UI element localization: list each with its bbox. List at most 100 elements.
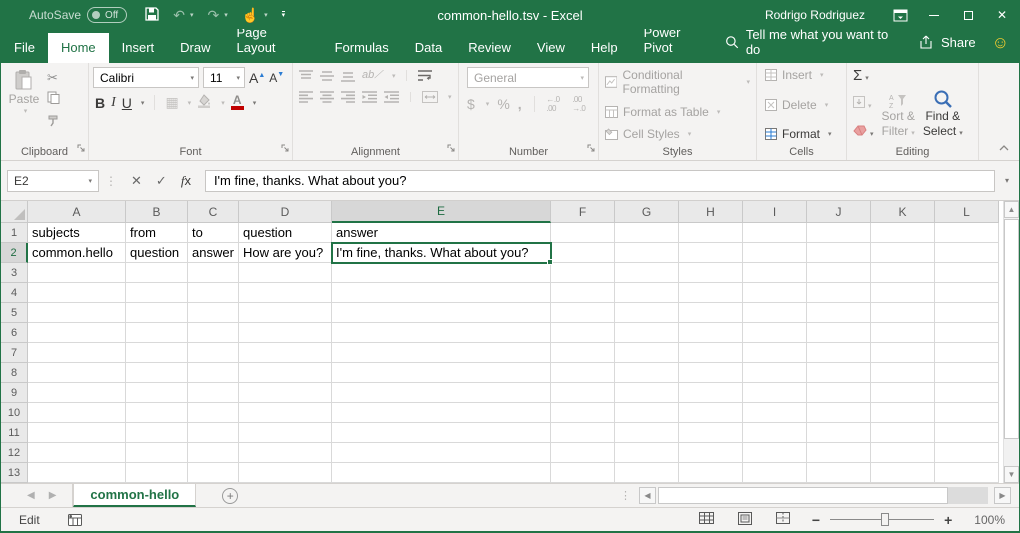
- cell-I13[interactable]: [743, 463, 807, 483]
- horizontal-scroll-thumb[interactable]: [658, 487, 948, 504]
- cell-G11[interactable]: [615, 423, 679, 443]
- cell-J9[interactable]: [807, 383, 871, 403]
- minimize-button[interactable]: [917, 1, 951, 29]
- cell-I3[interactable]: [743, 263, 807, 283]
- row-header-7[interactable]: 7: [1, 343, 28, 363]
- cell-H5[interactable]: [679, 303, 743, 323]
- cell-F9[interactable]: [551, 383, 615, 403]
- zoom-level[interactable]: 100%: [974, 513, 1005, 527]
- cell-K12[interactable]: [871, 443, 935, 463]
- column-header-I[interactable]: I: [743, 201, 807, 223]
- align-center-icon[interactable]: [320, 91, 334, 103]
- clipboard-dialog-launcher-icon[interactable]: [77, 139, 85, 157]
- page-break-preview-icon[interactable]: [776, 512, 790, 527]
- cell-F7[interactable]: [551, 343, 615, 363]
- cell-C5[interactable]: [188, 303, 239, 323]
- cell-A7[interactable]: [28, 343, 126, 363]
- row-header-9[interactable]: 9: [1, 383, 28, 403]
- cell-G12[interactable]: [615, 443, 679, 463]
- cell-K2[interactable]: [871, 243, 935, 263]
- font-color-dropdown-icon[interactable]: ▾: [253, 99, 257, 107]
- cell-J13[interactable]: [807, 463, 871, 483]
- cell-D9[interactable]: [239, 383, 332, 403]
- cell-C4[interactable]: [188, 283, 239, 303]
- cell-C1[interactable]: to: [188, 223, 239, 243]
- autosave-control[interactable]: AutoSave Off: [29, 7, 127, 23]
- select-all-corner[interactable]: [1, 201, 28, 223]
- cell-K7[interactable]: [871, 343, 935, 363]
- cell-A1[interactable]: subjects: [28, 223, 126, 243]
- cell-B4[interactable]: [126, 283, 188, 303]
- cell-J7[interactable]: [807, 343, 871, 363]
- cell-D7[interactable]: [239, 343, 332, 363]
- cell-L5[interactable]: [935, 303, 999, 323]
- scroll-right-icon[interactable]: ▶: [994, 487, 1011, 504]
- merge-center-icon[interactable]: [422, 91, 438, 103]
- undo-icon[interactable]: ↶: [173, 8, 185, 22]
- cell-F2[interactable]: [551, 243, 615, 263]
- cut-icon[interactable]: ✂: [47, 70, 60, 86]
- column-header-L[interactable]: L: [935, 201, 999, 223]
- font-dialog-launcher-icon[interactable]: [281, 139, 289, 157]
- cell-K3[interactable]: [871, 263, 935, 283]
- new-sheet-icon[interactable]: +: [222, 488, 238, 504]
- cell-H4[interactable]: [679, 283, 743, 303]
- cell-G5[interactable]: [615, 303, 679, 323]
- cell-J8[interactable]: [807, 363, 871, 383]
- cell-H6[interactable]: [679, 323, 743, 343]
- cell-G9[interactable]: [615, 383, 679, 403]
- cell-I10[interactable]: [743, 403, 807, 423]
- column-header-D[interactable]: D: [239, 201, 332, 223]
- cell-D5[interactable]: [239, 303, 332, 323]
- cell-L12[interactable]: [935, 443, 999, 463]
- insert-cells-button[interactable]: Insert ▾: [765, 68, 838, 82]
- cell-G6[interactable]: [615, 323, 679, 343]
- font-color-button[interactable]: A: [231, 95, 244, 110]
- formula-bar-splitter[interactable]: ⋮: [105, 174, 117, 188]
- borders-icon[interactable]: ▦: [165, 94, 178, 111]
- customize-quick-access-icon[interactable]: ▾: [282, 11, 286, 19]
- cell-C13[interactable]: [188, 463, 239, 483]
- prev-sheet-icon[interactable]: ◀: [27, 490, 35, 501]
- cell-E4[interactable]: [332, 283, 551, 303]
- cell-K13[interactable]: [871, 463, 935, 483]
- cell-C9[interactable]: [188, 383, 239, 403]
- maximize-button[interactable]: [951, 1, 985, 29]
- fill-button[interactable]: ▾: [853, 95, 874, 113]
- cell-E10[interactable]: [332, 403, 551, 423]
- scroll-down-icon[interactable]: ▼: [1004, 466, 1019, 483]
- tab-insert[interactable]: Insert: [109, 33, 168, 63]
- cell-D12[interactable]: [239, 443, 332, 463]
- touch-mode-icon[interactable]: ☝: [242, 8, 259, 22]
- align-top-icon[interactable]: [299, 70, 313, 82]
- cell-B5[interactable]: [126, 303, 188, 323]
- scroll-up-icon[interactable]: ▲: [1004, 201, 1019, 218]
- format-painter-icon[interactable]: [47, 114, 60, 132]
- cell-L13[interactable]: [935, 463, 999, 483]
- font-name-select[interactable]: Calibri ▾: [93, 67, 199, 88]
- tab-help[interactable]: Help: [578, 33, 631, 63]
- column-header-C[interactable]: C: [188, 201, 239, 223]
- cell-F11[interactable]: [551, 423, 615, 443]
- cell-H10[interactable]: [679, 403, 743, 423]
- cell-J11[interactable]: [807, 423, 871, 443]
- accounting-dropdown-icon[interactable]: ▾: [486, 100, 490, 108]
- cell-A2[interactable]: common.hello: [28, 243, 126, 263]
- column-header-A[interactable]: A: [28, 201, 126, 223]
- tab-formulas[interactable]: Formulas: [322, 33, 402, 63]
- percent-style-icon[interactable]: %: [497, 96, 509, 112]
- cell-A3[interactable]: [28, 263, 126, 283]
- column-header-E[interactable]: E: [332, 201, 551, 223]
- cell-D6[interactable]: [239, 323, 332, 343]
- paste-dropdown-icon[interactable]: ▾: [24, 107, 28, 115]
- column-header-B[interactable]: B: [126, 201, 188, 223]
- expand-formula-bar-icon[interactable]: ▾: [1001, 176, 1013, 185]
- cell-F1[interactable]: [551, 223, 615, 243]
- cell-F10[interactable]: [551, 403, 615, 423]
- find-select-button[interactable]: Find & Select▾: [923, 67, 963, 143]
- touch-mode-dropdown-icon[interactable]: ▾: [264, 11, 268, 19]
- cell-I8[interactable]: [743, 363, 807, 383]
- save-icon[interactable]: [145, 7, 159, 23]
- cell-A12[interactable]: [28, 443, 126, 463]
- cell-I6[interactable]: [743, 323, 807, 343]
